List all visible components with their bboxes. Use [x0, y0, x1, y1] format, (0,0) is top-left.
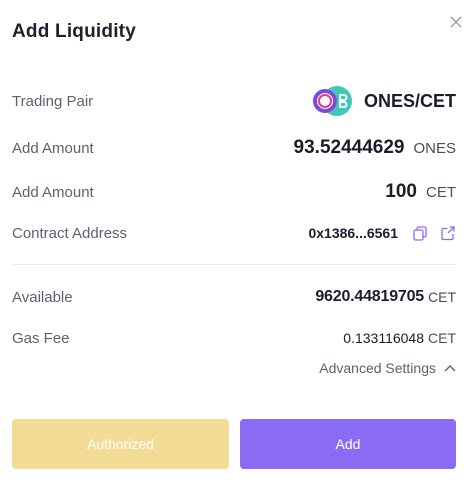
contract-address-row: Contract Address 0x1386...6561 [12, 221, 456, 245]
add-button[interactable]: Add [240, 419, 456, 469]
trading-pair-value: ONES/CET [312, 85, 456, 117]
external-link-icon[interactable] [440, 225, 456, 241]
available-value: 9620.44819705 [315, 288, 424, 305]
gas-fee-value: 0.133116048 [343, 330, 424, 346]
available-unit: CET [428, 289, 456, 305]
trading-pair-name: ONES/CET [363, 90, 456, 111]
add-amount-ones-row: Add Amount 93.52444629 ONES [12, 135, 456, 161]
dialog-title: Add Liquidity [12, 21, 136, 42]
amount-cet: 100 [385, 181, 417, 202]
amount-ones-unit: ONES [413, 139, 456, 157]
section-divider [12, 264, 456, 265]
ob-token-logo-icon [312, 86, 352, 116]
gas-fee-unit: CET [428, 330, 456, 346]
contract-address-value-wrap: 0x1386...6561 [308, 225, 456, 241]
available-row: Available 9620.44819705 CET [12, 285, 456, 309]
contract-address-value: 0x1386...6561 [308, 225, 398, 241]
trading-pair-label: Trading Pair [12, 92, 94, 110]
copy-icon[interactable] [412, 225, 428, 241]
amount-cet-unit: CET [426, 183, 456, 201]
authorized-button[interactable]: Authorized [12, 419, 229, 469]
add-amount-cet-value: 100 CET [385, 181, 456, 203]
add-amount-label: Add Amount [12, 139, 94, 157]
add-amount-label: Add Amount [12, 183, 94, 201]
gas-fee-label: Gas Fee [12, 329, 70, 347]
add-amount-cet-row: Add Amount 100 CET [12, 179, 456, 205]
available-label: Available [12, 288, 73, 306]
contract-address-label: Contract Address [12, 224, 128, 242]
trading-pair-row: Trading Pair ONES/CET [12, 84, 456, 118]
close-icon[interactable] [448, 14, 464, 30]
advanced-settings-toggle[interactable]: Advanced Settings [319, 360, 456, 376]
add-amount-ones-value: 93.52444629 ONES [294, 137, 456, 159]
available-value-wrap: 9620.44819705 CET [315, 288, 456, 306]
gas-fee-row: Gas Fee 0.133116048 CET [12, 326, 456, 350]
advanced-settings-label: Advanced Settings [319, 360, 436, 376]
chevron-up-icon [444, 365, 456, 372]
add-liquidity-dialog: Add Liquidity Trading Pair ONES/CET Add … [0, 0, 474, 495]
amount-ones: 93.52444629 [293, 137, 405, 158]
gas-fee-value-wrap: 0.133116048 CET [343, 330, 456, 346]
